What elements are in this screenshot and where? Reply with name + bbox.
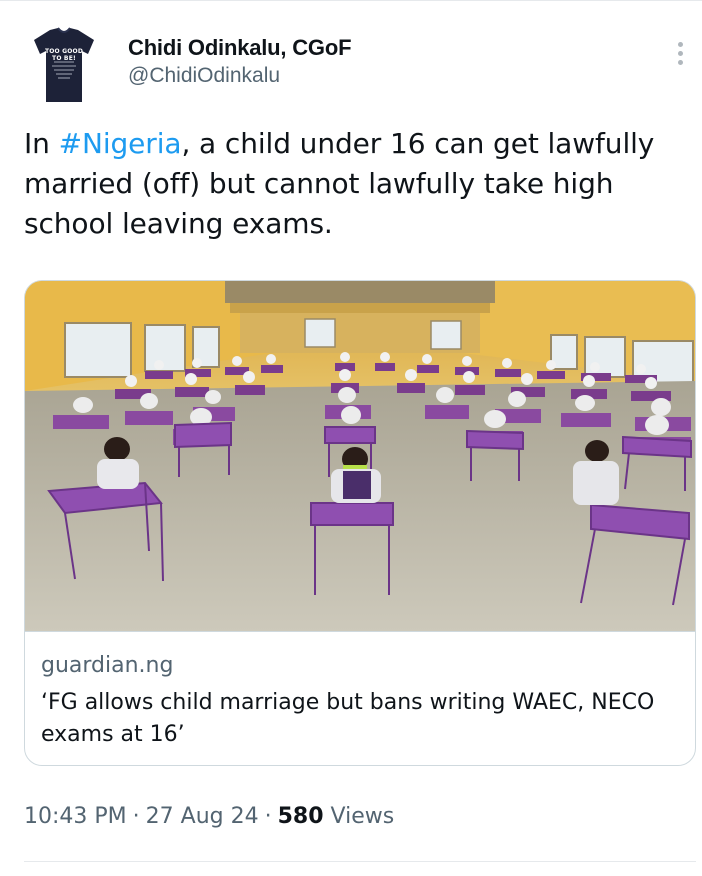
more-vertical-icon-dot bbox=[677, 60, 683, 65]
more-vertical-icon-dot bbox=[677, 51, 683, 56]
tweet-text: In #Nigeria, a child under 16 can get la… bbox=[24, 124, 674, 244]
views-label: Views bbox=[330, 804, 395, 829]
author-handle[interactable]: @ChidiOdinkalu bbox=[128, 62, 351, 90]
exam-hall-photo bbox=[25, 281, 695, 631]
author-info[interactable]: Chidi Odinkalu, CGoF @ChidiOdinkalu bbox=[128, 34, 352, 90]
hashtag-link[interactable]: #Nigeria bbox=[59, 127, 182, 160]
avatar-logo-text: TOO GOOD TO BE! bbox=[44, 48, 84, 62]
tweet-header: TOO GOOD TO BE! Chidi Odinkalu, CGoF @Ch… bbox=[24, 24, 684, 106]
tweet-metadata: 10:43 PM · 27 Aug 24 · 580 Views bbox=[24, 804, 394, 829]
tshirt-avatar-image bbox=[34, 27, 94, 102]
separator: · bbox=[264, 804, 272, 829]
card-domain: guardian.ng bbox=[41, 653, 174, 678]
bottom-divider bbox=[24, 861, 696, 862]
link-preview-card[interactable]: guardian.ng ‘FG allows child marriage bu… bbox=[24, 280, 696, 766]
card-divider bbox=[25, 631, 695, 632]
card-title: ‘FG allows child marriage but bans writi… bbox=[41, 690, 655, 747]
more-options-button[interactable] bbox=[670, 42, 690, 72]
views-count: 580 bbox=[277, 804, 324, 829]
tweet-date[interactable]: 27 Aug 24 bbox=[146, 804, 259, 829]
avatar[interactable]: TOO GOOD TO BE! bbox=[32, 26, 96, 104]
author-display-name[interactable]: Chidi Odinkalu, CGoF bbox=[128, 34, 352, 62]
tweet-text-prefix: In bbox=[24, 127, 59, 160]
top-divider bbox=[0, 0, 702, 1]
more-vertical-icon bbox=[677, 42, 683, 47]
separator: · bbox=[132, 804, 140, 829]
tweet-time[interactable]: 10:43 PM bbox=[24, 804, 127, 829]
